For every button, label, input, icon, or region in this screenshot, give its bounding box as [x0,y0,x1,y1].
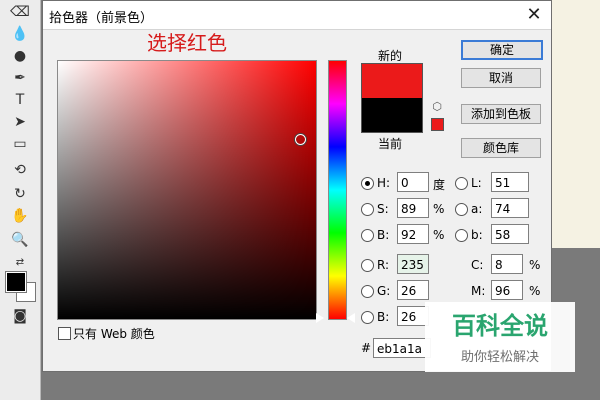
saturation-radio[interactable] [361,203,374,216]
red-radio[interactable] [361,259,374,272]
magenta-row: M: 96 % [471,280,549,302]
pen-tool-icon[interactable]: ✒ [8,68,32,88]
magenta-label: M: [471,284,486,298]
dialog-title: 拾色器（前景色） [49,11,154,26]
lab-a-label: a: [471,202,483,216]
cancel-button[interactable]: 取消 [461,68,541,88]
hex-input[interactable]: eb1a1a [373,338,431,358]
blur-tool-icon[interactable]: 💧 [8,24,32,44]
hue-radio[interactable] [361,177,374,190]
dodge-tool-icon[interactable]: ● [8,46,32,66]
ok-button[interactable]: 确定 [461,40,543,60]
saturation-input[interactable]: 89 [397,198,429,218]
lab-l-input[interactable]: 51 [491,172,529,192]
hue-label: H: [377,176,391,190]
lab-l-row: L: 51 [455,172,545,194]
type-tool-icon[interactable]: T [8,90,32,110]
watermark-subtitle: 助你轻松解决 [460,350,539,365]
gamut-warning-cube-icon[interactable]: ⬡ [431,101,443,113]
hand-tool-icon[interactable]: ✋ [8,206,32,226]
hue-slider-right-arrow-icon[interactable] [347,313,355,323]
annotation-text: 选择红色 [147,31,227,55]
zoom-tool-icon[interactable]: 🔍 [8,230,32,250]
foreground-color-swatch[interactable] [5,271,27,293]
web-colors-label: 只有 Web 颜色 [73,327,155,341]
watermark: 百科全说 助你轻松解决 [425,302,575,372]
magenta-unit: % [529,284,541,298]
green-radio[interactable] [361,285,374,298]
green-label: G: [377,284,391,298]
cyan-row: C: 8 % [471,254,549,276]
lab-l-radio[interactable] [455,177,468,190]
add-to-swatches-button[interactable]: 添加到色板 [461,104,541,124]
dialog-titlebar: 拾色器（前景色） ✕ [43,1,551,30]
current-color-swatch[interactable] [362,98,422,132]
lab-b-radio[interactable] [455,229,468,242]
new-color-swatch [362,64,422,98]
new-label: 新的 [378,49,403,63]
cyan-input[interactable]: 8 [491,254,523,274]
saturation-label: S: [377,202,389,216]
eraser-tool-icon[interactable]: ⌫ [8,2,32,22]
lab-b-row: b: 58 [455,224,545,246]
swap-colors-icon[interactable]: ⇄ [8,252,32,272]
color-preview [361,63,423,133]
tools-panel: ⌫ 💧 ● ✒ T ➤ ▭ ⟲ ↻ ✋ 🔍 ⇄ ◙ [0,0,41,400]
quick-mask-icon[interactable]: ◙ [8,306,32,326]
hue-unit: 度 [433,178,446,192]
web-colors-checkbox[interactable] [58,327,71,340]
lab-a-radio[interactable] [455,203,468,216]
document-canvas [548,0,600,248]
lab-a-row: a: 74 [455,198,545,220]
gamut-warning-swatch[interactable] [431,118,444,131]
brightness-label: B: [377,228,390,242]
rectangle-tool-icon[interactable]: ▭ [8,134,32,154]
close-icon[interactable]: ✕ [523,4,545,26]
3d-rotate-tool-icon[interactable]: ⟲ [8,160,32,180]
color-libraries-button[interactable]: 颜色库 [461,138,541,158]
watermark-title: 百科全说 [452,312,548,340]
hue-slider[interactable] [328,60,347,320]
blue-radio[interactable] [361,311,374,324]
brightness-unit: % [433,228,445,242]
red-row: R: 235 [361,254,471,276]
magenta-input[interactable]: 96 [491,280,523,300]
current-label: 当前 [378,137,403,151]
cyan-unit: % [529,258,541,272]
lab-b-input[interactable]: 58 [491,224,529,244]
brightness-input[interactable]: 92 [397,224,429,244]
3d-roll-tool-icon[interactable]: ↻ [8,184,32,204]
green-input[interactable]: 26 [397,280,429,300]
red-input[interactable]: 235 [397,254,429,274]
brightness-radio[interactable] [361,229,374,242]
lab-a-input[interactable]: 74 [491,198,529,218]
hex-label: # [361,341,372,355]
color-picker-circle-icon[interactable] [295,134,306,145]
green-row: G: 26 [361,280,471,302]
red-label: R: [377,258,390,272]
cyan-label: C: [471,258,484,272]
hue-slider-left-arrow-icon[interactable] [316,313,324,323]
lab-l-label: L: [471,176,482,190]
color-field[interactable] [57,60,317,320]
lab-b-label: b: [471,228,483,242]
hue-input[interactable]: 0 [397,172,429,192]
path-selection-tool-icon[interactable]: ➤ [8,112,32,132]
saturation-unit: % [433,202,445,216]
blue-label: B: [377,310,390,324]
